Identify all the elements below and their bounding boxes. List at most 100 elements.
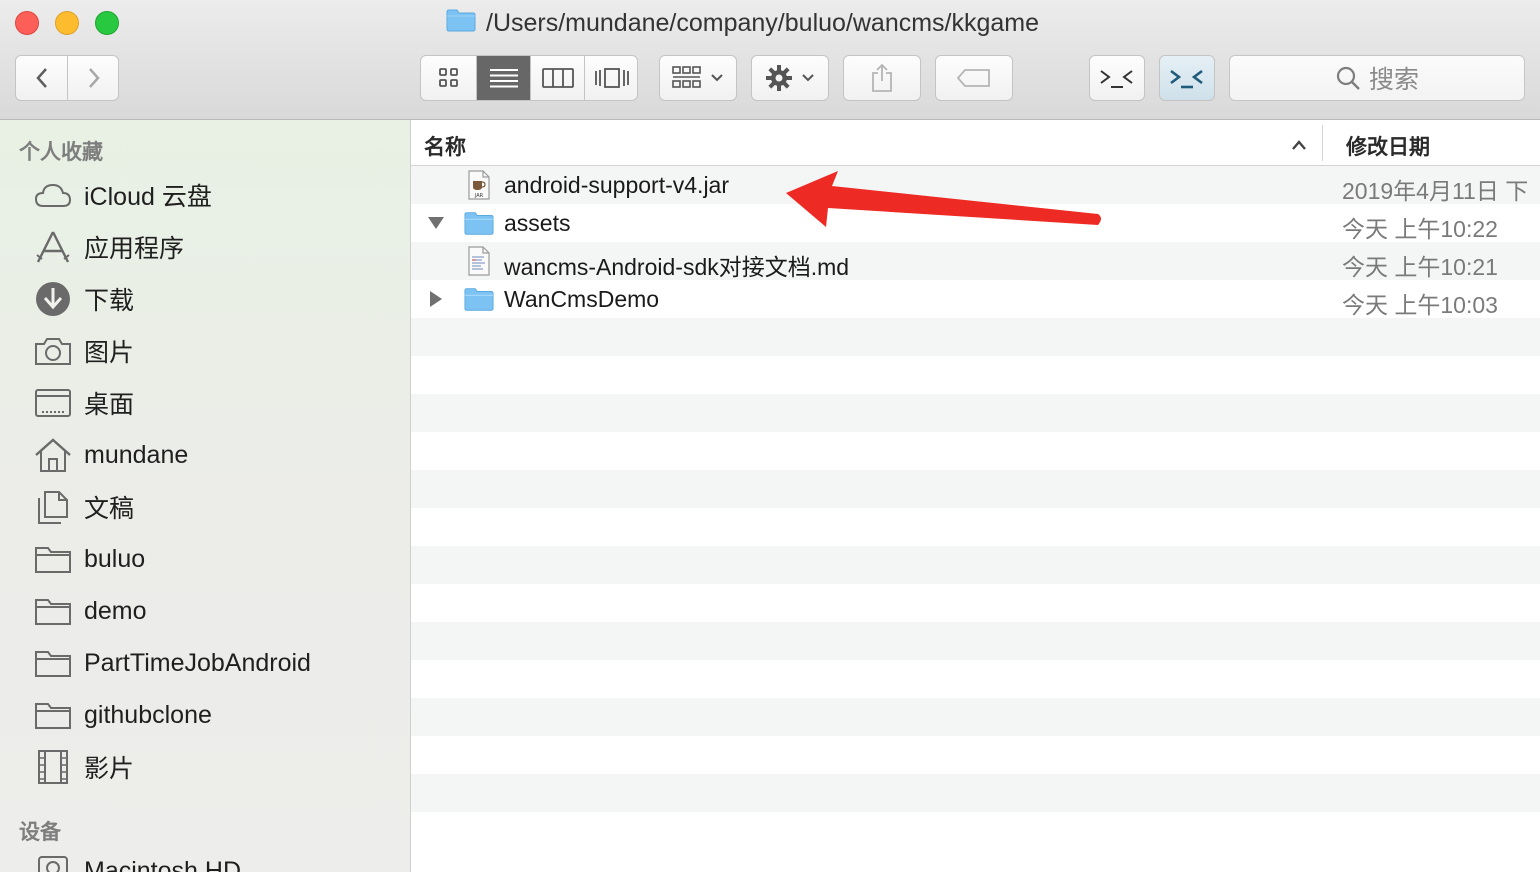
sidebar: 个人收藏 iCloud 云盘 应用程序 下载 图片 桌面 mundane 文稿 … [0, 120, 411, 872]
disclosure-expanded-icon[interactable] [426, 213, 446, 233]
folder-icon [464, 285, 494, 313]
sidebar-item-downloads[interactable]: 下载 [34, 279, 134, 319]
open-terminal-button[interactable] [1089, 55, 1145, 101]
disclosure-collapsed-icon[interactable] [426, 289, 446, 309]
column-divider[interactable] [1322, 125, 1323, 161]
gear-icon [766, 65, 792, 91]
sort-ascending-icon [1291, 133, 1307, 157]
sidebar-item-macintosh-hd[interactable]: Macintosh HD [34, 851, 241, 872]
chevron-down-icon [802, 74, 814, 82]
column-header-date-modified[interactable]: 修改日期 [1346, 131, 1430, 161]
list-view-button[interactable] [477, 56, 531, 100]
forward-button[interactable] [68, 56, 120, 100]
sidebar-item-demo[interactable]: demo [34, 591, 147, 631]
jar-file-icon: JAR [464, 170, 494, 200]
empty-row [411, 356, 1540, 394]
file-date: 今天 上午10:22 [1342, 216, 1498, 242]
empty-row [411, 736, 1540, 774]
file-row[interactable]: WanCmsDemo 今天 上午10:03 [411, 280, 1540, 318]
empty-row [411, 622, 1540, 660]
share-button[interactable] [843, 55, 921, 101]
file-row[interactable]: JAR android-support-v4.jar 2019年4月11日 下 [411, 166, 1540, 204]
window-title-text: /Users/mundane/company/buluo/wancms/kkga… [486, 8, 1040, 37]
sidebar-item-label: 桌面 [84, 391, 135, 419]
search-icon [1336, 66, 1360, 90]
applications-icon [34, 228, 72, 266]
sidebar-item-label: githubclone [84, 700, 212, 729]
terminal-icon [1100, 70, 1133, 88]
file-date: 今天 上午10:21 [1342, 254, 1498, 280]
download-icon [34, 280, 72, 318]
camera-icon [34, 332, 72, 370]
folder-icon [464, 209, 494, 237]
empty-row [411, 774, 1540, 812]
file-row[interactable]: assets 今天 上午10:22 [411, 204, 1540, 242]
sidebar-item-label: iCloud 云盘 [84, 183, 212, 211]
icon-view-button[interactable] [421, 56, 477, 100]
file-name: android-support-v4.jar [504, 172, 730, 198]
sidebar-item-label: buluo [84, 544, 146, 573]
grid-icon [438, 68, 458, 87]
hard-drive-icon [34, 852, 72, 872]
sidebar-item-githubclone[interactable]: githubclone [34, 695, 212, 735]
sidebar-item-movies[interactable]: 影片 [34, 747, 134, 787]
share-icon [872, 63, 892, 92]
empty-row [411, 812, 1540, 850]
devices-header: 设备 [19, 821, 61, 844]
sidebar-item-label: demo [84, 596, 147, 625]
sidebar-item-parttimejobandroid[interactable]: PartTimeJobAndroid [34, 643, 311, 683]
file-date: 今天 上午10:03 [1342, 292, 1498, 318]
navigation-buttons [15, 55, 119, 101]
cover-flow-view-button[interactable] [585, 56, 639, 100]
home-icon [34, 436, 72, 474]
file-row[interactable]: wancms-Android-sdk对接文档.md 今天 上午10:21 [411, 242, 1540, 280]
sidebar-item-documents[interactable]: 文稿 [34, 487, 134, 527]
empty-row [411, 508, 1540, 546]
empty-row [411, 546, 1540, 584]
sidebar-item-label: 下载 [84, 287, 135, 315]
sidebar-item-buluo[interactable]: buluo [34, 539, 145, 579]
zoom-window-button[interactable] [95, 11, 119, 35]
tag-icon [956, 69, 990, 87]
window-title: /Users/mundane/company/buluo/wancms/kkga… [446, 6, 1039, 40]
file-rows: JAR android-support-v4.jar 2019年4月11日 下 … [411, 166, 1540, 850]
empty-row [411, 394, 1540, 432]
window-toolbar: /Users/mundane/company/buluo/wancms/kkga… [0, 0, 1540, 120]
column-view-button[interactable] [531, 56, 585, 100]
column-header-bar: 名称 修改日期 [411, 120, 1540, 166]
arrange-menu-button[interactable] [659, 55, 737, 101]
columns-icon [541, 68, 574, 88]
minimize-window-button[interactable] [55, 11, 79, 35]
sidebar-item-desktop[interactable]: 桌面 [34, 383, 134, 423]
empty-row [411, 660, 1540, 698]
chevron-right-icon [89, 68, 100, 88]
desktop-icon [34, 384, 72, 422]
terminal-icon [1170, 69, 1203, 89]
column-header-name[interactable]: 名称 [424, 131, 466, 161]
search-field[interactable]: 搜索 [1229, 55, 1525, 101]
sidebar-item-icloud[interactable]: iCloud 云盘 [34, 175, 212, 215]
action-menu-button[interactable] [751, 55, 829, 101]
close-window-button[interactable] [15, 11, 39, 35]
terminal-tab-button[interactable] [1159, 55, 1215, 101]
folder-icon [446, 8, 476, 39]
cover-flow-icon [595, 68, 629, 88]
sidebar-item-label: 影片 [84, 755, 135, 783]
back-button[interactable] [16, 56, 68, 100]
sidebar-item-pictures[interactable]: 图片 [34, 331, 134, 371]
chevron-down-icon [711, 74, 723, 82]
svg-text:JAR: JAR [474, 193, 484, 199]
sidebar-item-applications[interactable]: 应用程序 [34, 227, 184, 267]
empty-row [411, 584, 1540, 622]
film-icon [34, 748, 72, 786]
group-icon [672, 66, 701, 88]
sidebar-item-home[interactable]: mundane [34, 435, 188, 475]
sidebar-item-label: 图片 [84, 339, 135, 367]
cloud-icon [34, 176, 72, 214]
tags-button[interactable] [935, 55, 1013, 101]
list-icon [489, 69, 518, 88]
sidebar-item-label: Macintosh HD [84, 856, 241, 872]
folder-icon [34, 696, 72, 734]
sidebar-item-label: 文稿 [84, 495, 135, 523]
folder-icon [34, 644, 72, 682]
